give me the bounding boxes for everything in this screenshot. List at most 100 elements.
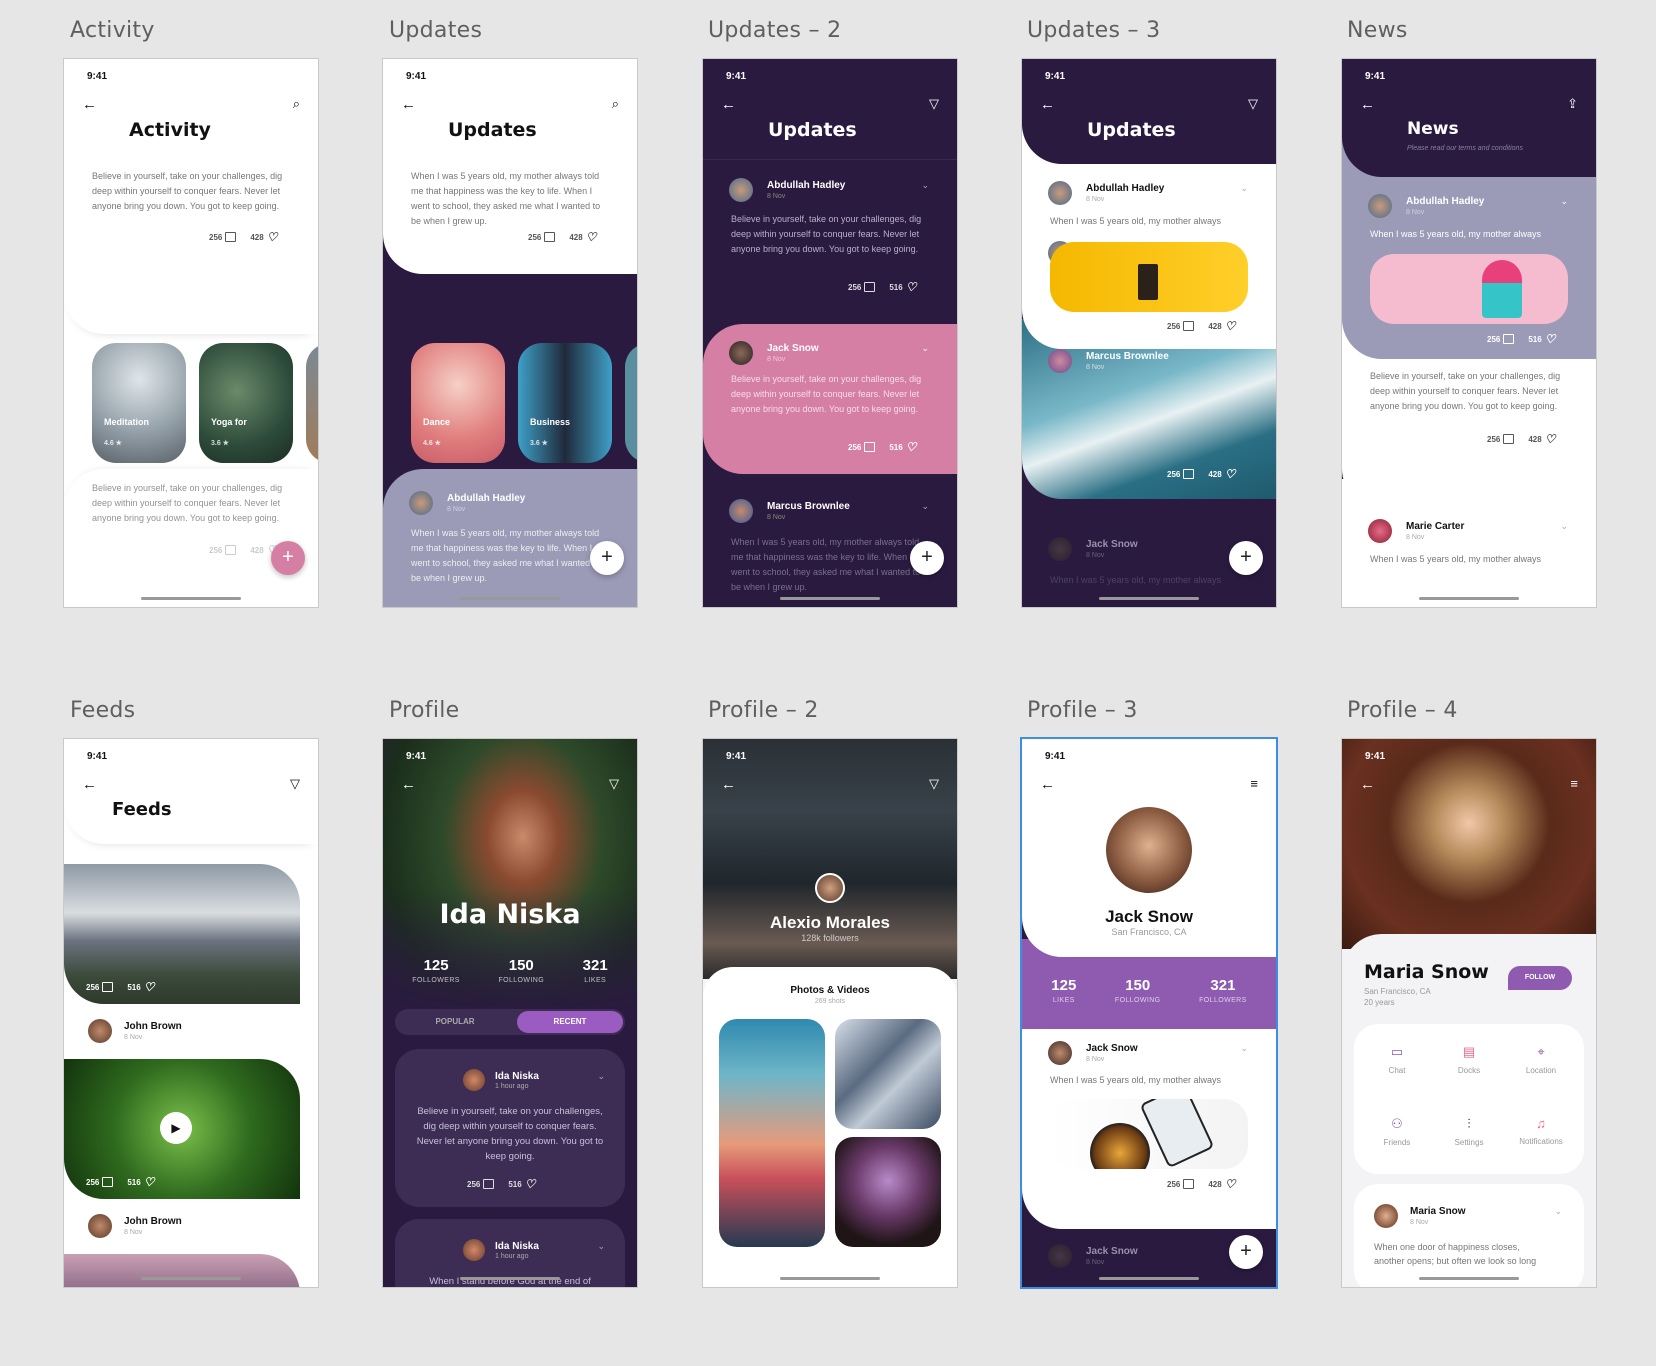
menu-filter-icon[interactable]: ≡ [1250, 776, 1258, 791]
stat-followers[interactable]: 125 FOLLOWERS [412, 957, 460, 984]
comment-icon[interactable] [1503, 434, 1515, 444]
feed-video-leaves[interactable]: ▶ 256 516 ♡ [64, 1059, 300, 1199]
screen-activity: 9:41 ← ⌕ Activity Believe in yourself, t… [64, 59, 318, 607]
heart-icon[interactable]: ♡ [1545, 333, 1556, 345]
search-icon[interactable]: ⌕ [293, 96, 300, 112]
back-arrow-icon[interactable]: ← [82, 776, 97, 793]
heart-icon[interactable]: ♡ [586, 231, 597, 243]
activity-thumb-yoga[interactable]: Yoga for 3.6 ★ [199, 343, 293, 463]
menu-settings[interactable]: ⫶ Settings [1438, 1116, 1500, 1147]
stat-followers[interactable]: 321 FOLLOWERS [1199, 977, 1247, 1004]
feed-image-sunset[interactable] [64, 1254, 300, 1287]
chevron-down-icon[interactable]: ⌄ [921, 343, 929, 354]
heart-icon[interactable]: ♡ [267, 231, 278, 243]
comment-icon[interactable] [1183, 1179, 1195, 1189]
comment-icon[interactable] [1503, 334, 1515, 344]
search-icon[interactable]: ⌕ [612, 96, 619, 112]
add-button[interactable]: + [1229, 1235, 1263, 1269]
filter-icon[interactable]: ▽ [929, 776, 939, 792]
filter-icon[interactable]: ▽ [290, 776, 300, 792]
back-arrow-icon[interactable]: ← [1040, 776, 1055, 793]
comment-icon[interactable] [225, 545, 237, 555]
stat-following[interactable]: 150 FOLLOWING [498, 957, 544, 984]
heart-icon[interactable]: ♡ [144, 1176, 155, 1188]
chevron-down-icon[interactable]: ⌄ [597, 1071, 605, 1082]
comment-icon[interactable] [864, 282, 876, 292]
chevron-down-icon[interactable]: ⌄ [597, 1241, 605, 1252]
back-arrow-icon[interactable]: ← [1040, 96, 1055, 113]
post-stats: 256 428♡ [1167, 468, 1236, 480]
filter-icon[interactable]: ▽ [929, 96, 939, 112]
comment-icon[interactable] [102, 1177, 114, 1187]
stat-likes[interactable]: 321 LIKES [583, 957, 608, 984]
comment-icon[interactable] [102, 982, 114, 992]
back-arrow-icon[interactable]: ← [401, 776, 416, 793]
comment-icon[interactable] [864, 442, 876, 452]
activity-thumb-more[interactable] [306, 343, 318, 463]
menu-friends[interactable]: ⚇ Friends [1366, 1116, 1428, 1147]
updates-thumb-business[interactable]: Business 3.6 ★ [518, 343, 612, 463]
back-arrow-icon[interactable]: ← [1360, 776, 1375, 793]
back-arrow-icon[interactable]: ← [1360, 96, 1375, 113]
add-button[interactable]: + [1229, 541, 1263, 575]
stat-likes[interactable]: 125 LIKES [1051, 977, 1076, 1004]
add-button[interactable]: + [271, 541, 305, 575]
chevron-down-icon[interactable]: ⌄ [921, 501, 929, 512]
gallery-photo-cave[interactable] [835, 1137, 941, 1247]
heart-icon[interactable]: ♡ [1225, 320, 1236, 332]
home-indicator [141, 1277, 241, 1280]
comment-count: 256 [467, 1179, 481, 1189]
menu-docks[interactable]: ▤ Docks [1438, 1044, 1500, 1075]
heart-icon[interactable]: ♡ [1545, 433, 1556, 445]
heart-icon[interactable]: ♡ [1225, 468, 1236, 480]
updates-thumb-dance[interactable]: Dance 4.6 ★ [411, 343, 505, 463]
back-arrow-icon[interactable]: ← [721, 776, 736, 793]
status-bar: 9:41 [383, 59, 637, 89]
activity-thumb-meditation[interactable]: Meditation 4.6 ★ [92, 343, 186, 463]
feed-image-mountain[interactable]: 256 516 ♡ [64, 864, 300, 1004]
heart-icon[interactable]: ♡ [1225, 1178, 1236, 1190]
heart-icon[interactable]: ♡ [525, 1178, 536, 1190]
chevron-down-icon[interactable]: ⌄ [1240, 1043, 1248, 1054]
menu-filter-icon[interactable]: ≡ [1570, 776, 1578, 791]
comment-icon[interactable] [225, 232, 237, 242]
filter-icon[interactable]: ▽ [609, 776, 619, 792]
chevron-down-icon[interactable]: ⌄ [1560, 196, 1568, 207]
share-icon[interactable]: ⇪ [1567, 96, 1578, 112]
heart-icon[interactable]: ♡ [906, 441, 917, 453]
add-button[interactable]: + [590, 541, 624, 575]
menu-chat[interactable]: ▭ Chat [1366, 1044, 1428, 1075]
heart-icon[interactable]: ♡ [144, 981, 155, 993]
follow-button[interactable]: FOLLOW [1508, 966, 1572, 990]
menu-notifications[interactable]: ♫ Notifications [1510, 1116, 1572, 1146]
comment-icon[interactable] [1183, 469, 1195, 479]
post-image[interactable] [1050, 1099, 1248, 1169]
post-image[interactable] [1050, 242, 1248, 312]
gallery-photo-building[interactable] [835, 1019, 941, 1129]
updates-thumb-more[interactable] [625, 343, 637, 463]
menu-location[interactable]: ⌖ Location [1510, 1044, 1572, 1075]
tab-recent[interactable]: RECENT [517, 1011, 623, 1033]
back-arrow-icon[interactable]: ← [82, 96, 97, 113]
play-icon[interactable]: ▶ [160, 1112, 192, 1144]
artboard-label-profile-3: Profile – 3 [1027, 698, 1138, 723]
chevron-down-icon[interactable]: ⌄ [921, 180, 929, 191]
chevron-down-icon[interactable]: ⌄ [1554, 1206, 1562, 1217]
phone-shape [1139, 1099, 1215, 1169]
comment-icon[interactable] [544, 232, 556, 242]
stat-following[interactable]: 150 FOLLOWING [1115, 977, 1161, 1004]
chevron-down-icon[interactable]: ⌄ [1560, 521, 1568, 532]
comment-icon[interactable] [1183, 321, 1195, 331]
back-arrow-icon[interactable]: ← [401, 96, 416, 113]
filter-icon[interactable]: ▽ [1248, 96, 1258, 112]
comment-icon[interactable] [483, 1179, 495, 1189]
gallery-photo-tower[interactable] [719, 1019, 825, 1247]
add-button[interactable]: + [910, 541, 944, 575]
tab-popular[interactable]: POPULAR [395, 1017, 515, 1026]
chevron-down-icon[interactable]: ⌄ [1240, 183, 1248, 194]
avatar [409, 491, 433, 515]
back-arrow-icon[interactable]: ← [721, 96, 736, 113]
heart-icon[interactable]: ♡ [906, 281, 917, 293]
post-image[interactable] [1370, 254, 1568, 324]
tab-switch: POPULAR RECENT [395, 1009, 625, 1035]
